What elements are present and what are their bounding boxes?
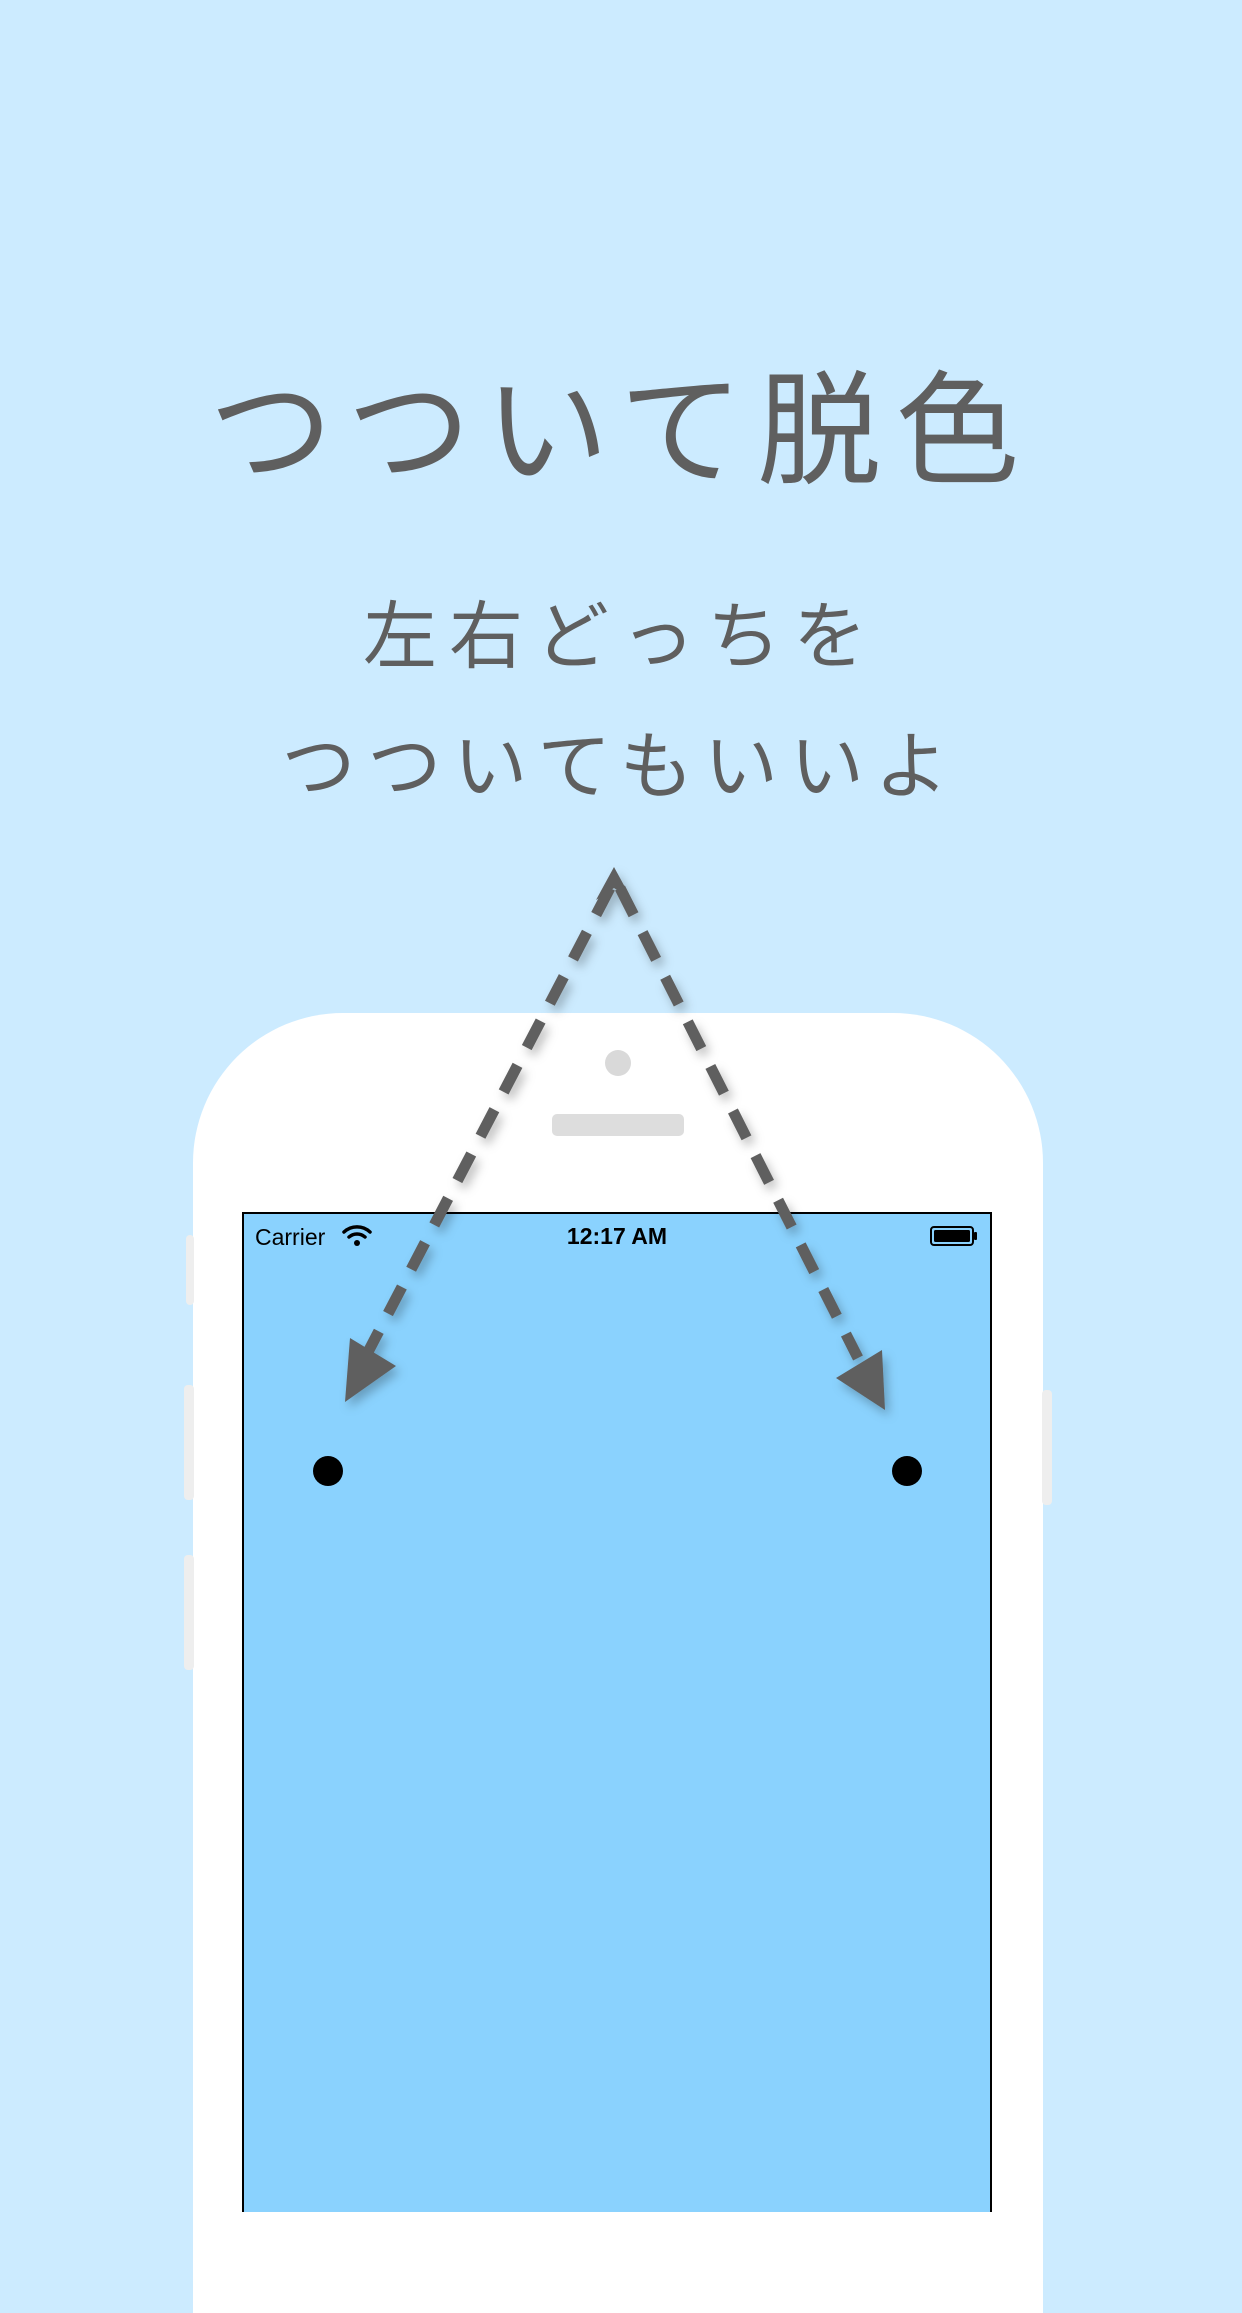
status-time: 12:17 AM [566,1223,668,1249]
tap-target-right[interactable] [892,1456,922,1486]
phone-volume-up-button [184,1385,194,1500]
status-bar: Carrier 12:17 AM [244,1214,990,1258]
subtitle-line-2: つついてもいいよ [281,724,961,810]
phone-speaker [552,1114,684,1136]
phone-power-button [1042,1390,1052,1505]
app-title: つついて脱色 [208,360,1034,504]
phone-screen[interactable]: Carrier 12:17 AM [242,1212,992,2212]
battery-icon [930,1226,977,1246]
phone-mute-switch [186,1235,194,1305]
tap-target-left[interactable] [313,1456,343,1486]
phone-volume-down-button [184,1555,194,1670]
subtitle-line-1: 左右どっちを [363,594,879,680]
phone-camera [605,1050,631,1076]
arrow-head-top [596,867,632,900]
